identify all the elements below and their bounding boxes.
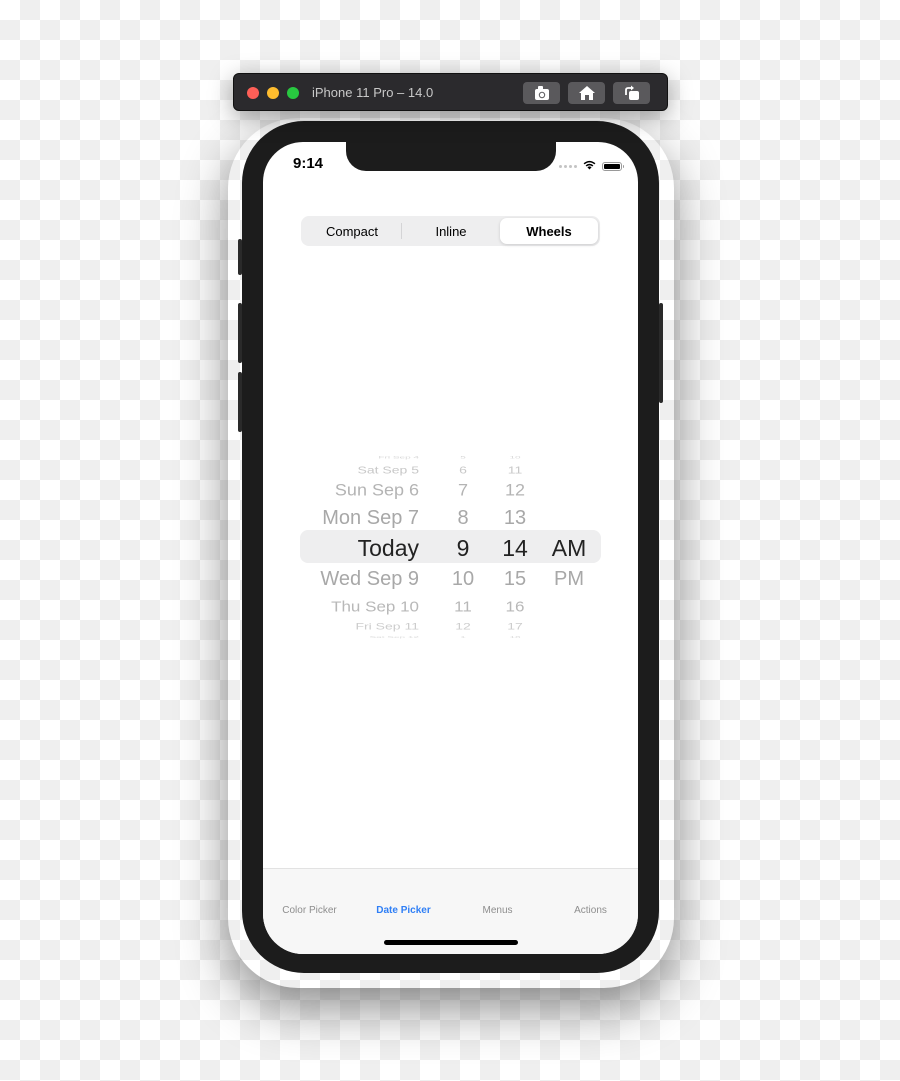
wifi-icon <box>582 157 597 175</box>
wheel-item[interactable]: 10 <box>430 568 496 591</box>
date-picker-style-segmented-control: Compact Inline Wheels <box>301 216 600 246</box>
camera-icon <box>533 85 551 101</box>
segment-inline[interactable]: Inline <box>402 218 500 244</box>
screenshot-button[interactable] <box>523 82 560 104</box>
minimize-window-button[interactable] <box>267 87 279 99</box>
zoom-window-button[interactable] <box>287 87 299 99</box>
power-button[interactable] <box>659 303 663 403</box>
wheel-item[interactable]: 12 <box>496 481 534 500</box>
wheel-item[interactable]: 15 <box>496 568 534 591</box>
wheel-item[interactable]: 5 <box>430 456 496 460</box>
wheel-item[interactable]: 17 <box>496 621 534 632</box>
segment-compact[interactable]: Compact <box>303 218 401 244</box>
wheel-item[interactable]: Sat Sep 12 <box>370 636 419 639</box>
ampm-wheel[interactable]: AM PM <box>544 452 594 637</box>
hour-wheel[interactable]: 5 6 7 8 9 10 11 12 1 <box>430 452 496 640</box>
wheel-item[interactable]: 13 <box>496 507 534 530</box>
wheel-item[interactable]: 11 <box>496 464 534 476</box>
tab-date-picker[interactable]: Date Picker <box>357 905 450 916</box>
wheel-item[interactable]: 11 <box>430 598 496 616</box>
tab-menus[interactable]: Menus <box>451 905 544 916</box>
tab-color-picker[interactable]: Color Picker <box>263 905 356 916</box>
tab-actions[interactable]: Actions <box>544 905 637 916</box>
wheel-item[interactable]: Sat Sep 5 <box>358 464 420 476</box>
minute-wheel[interactable]: 10 11 12 13 14 15 16 17 18 <box>496 452 534 640</box>
tab-bar: Color Picker Date Picker Menus Actions <box>263 868 638 954</box>
home-indicator[interactable] <box>384 940 518 945</box>
wheel-item[interactable]: Fri Sep 4 <box>378 456 419 460</box>
wheel-item[interactable]: 6 <box>430 464 496 476</box>
wheel-item[interactable]: 8 <box>430 507 496 530</box>
wheel-item-selected[interactable]: AM <box>544 535 594 562</box>
wheel-item[interactable]: Sun Sep 6 <box>335 481 419 500</box>
simulator-title: iPhone 11 Pro – 14.0 <box>312 85 434 100</box>
date-time-wheel-picker: Fri Sep 4 Sat Sep 5 Sun Sep 6 Mon Sep 7 … <box>300 452 601 640</box>
date-wheel[interactable]: Fri Sep 4 Sat Sep 5 Sun Sep 6 Mon Sep 7 … <box>300 452 420 640</box>
rotate-button[interactable] <box>613 82 650 104</box>
close-window-button[interactable] <box>247 87 259 99</box>
notch <box>346 142 556 171</box>
wheel-item[interactable]: Mon Sep 7 <box>322 507 419 530</box>
wheel-item[interactable]: PM <box>544 568 594 591</box>
volume-up-button[interactable] <box>238 303 242 363</box>
wheel-item[interactable]: 1 <box>430 636 496 639</box>
wheel-item-selected[interactable]: Today <box>358 535 419 562</box>
home-icon <box>578 85 596 101</box>
wheel-item[interactable]: Fri Sep 11 <box>355 621 419 632</box>
simulator-window-titlebar: iPhone 11 Pro – 14.0 <box>233 73 668 111</box>
segment-wheels[interactable]: Wheels <box>500 218 598 244</box>
status-icons <box>559 157 624 175</box>
wheel-item[interactable]: Wed Sep 9 <box>320 568 419 591</box>
battery-icon <box>602 161 624 171</box>
wheel-item[interactable]: 12 <box>430 621 496 632</box>
wheel-item[interactable]: 10 <box>496 456 534 460</box>
signal-icon <box>559 164 577 168</box>
wheel-item[interactable]: Thu Sep 10 <box>331 598 419 616</box>
wheel-item-selected[interactable]: 9 <box>430 535 496 562</box>
home-button[interactable] <box>568 82 605 104</box>
status-time: 9:14 <box>293 155 324 172</box>
mute-switch <box>238 239 242 275</box>
rotate-icon <box>623 85 641 101</box>
wheel-item[interactable]: 16 <box>496 598 534 616</box>
phone-screen: 9:14 Compact Inline Wheels Fri Sep 4 Sat… <box>263 142 638 954</box>
wheel-item[interactable]: 18 <box>496 636 534 639</box>
volume-down-button[interactable] <box>238 372 242 432</box>
wheel-item-selected[interactable]: 14 <box>496 535 534 562</box>
wheel-item[interactable]: 7 <box>430 481 496 500</box>
